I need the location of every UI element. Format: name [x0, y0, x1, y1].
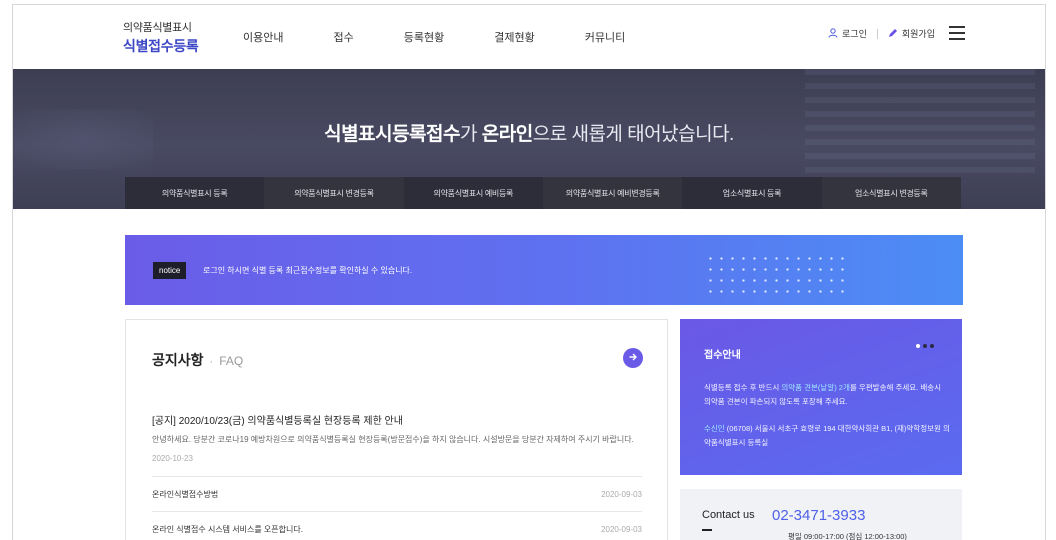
featured-post-body: 안녕하세요. 당분간 코로나19 예방차원으로 의약품식별등록실 현장등록(방문… [152, 435, 634, 444]
list-item[interactable]: 온라인 식별접수 시스템 서비스를 오픈합니다. 2020-09-03 [152, 511, 642, 540]
nav-item-community[interactable]: 커뮤니티 [585, 29, 625, 45]
featured-post-date: 2020-10-23 [152, 454, 193, 463]
post-date: 2020-09-03 [601, 524, 642, 534]
arrow-right-icon [628, 349, 638, 367]
contact-label: Contact us [702, 509, 755, 521]
post-list: 온라인식별접수방법 2020-09-03 온라인 식별접수 시스템 서비스를 오… [152, 476, 642, 540]
user-icon [828, 27, 838, 40]
tab-separator: · [209, 356, 214, 368]
logo-line2: 식별접수등록 [123, 38, 199, 54]
guide-highlight: 의약품 견본(낱알) 2개 [781, 383, 850, 392]
recipient-label: 수신인 [704, 424, 725, 433]
quick-link-drug-register[interactable]: 의약품식별표시 등록 [125, 177, 265, 209]
login-link[interactable]: 로그인 [842, 27, 867, 40]
contact-phone[interactable]: 02-3471-3933 [772, 507, 865, 524]
util-menu: 로그인 회원가입 [828, 27, 935, 40]
contact-hours: 평일 09:00-17:00 (점심 12:00-13:00) [788, 532, 907, 540]
quick-link-drug-change[interactable]: 의약품식별표시 변경등록 [264, 177, 404, 209]
site-header: 의약품식별표시 식별접수등록 이용안내 접수 등록현황 결제현황 커뮤니티 로그… [13, 5, 1045, 69]
recipient-address: (06708) 서울시 서초구 효령로 194 대한약사회관 B1, (재)약학… [704, 424, 950, 447]
browser-viewport: 의약품식별표시 식별접수등록 이용안내 접수 등록현황 결제현황 커뮤니티 로그… [12, 4, 1046, 540]
tab-notice[interactable]: 공지사항 [152, 350, 204, 370]
notice-tag: notice [153, 262, 187, 279]
nav-item-guide[interactable]: 이용안내 [243, 29, 283, 45]
tab-faq[interactable]: FAQ [219, 354, 243, 368]
hero-title-part2: 가 [460, 124, 482, 145]
submission-guide: 접수안내 식별등록 접수 후 반드시 의약품 견본(낱알) 2개를 우편발송해 … [680, 319, 962, 475]
featured-post-title[interactable]: [공지] 2020/10/23(금) 의약품식별등록실 현장등록 제한 안내 [152, 412, 403, 427]
more-button[interactable] [623, 348, 643, 368]
quick-link-drug-prereg[interactable]: 의약품식별표시 예비등록 [403, 177, 543, 209]
quick-link-drug-prereg-change[interactable]: 의약품식별표시 예비변경등록 [542, 177, 683, 209]
board-tabs: 공지사항 · FAQ [152, 350, 243, 370]
guide-text-1a: 식별등록 접수 후 반드시 [704, 383, 782, 392]
main-nav: 이용안내 접수 등록현황 결제현황 커뮤니티 [243, 29, 675, 45]
nav-item-submit[interactable]: 접수 [333, 29, 353, 45]
hero-title-part3: 온라인 [481, 124, 533, 145]
signup-link[interactable]: 회원가입 [902, 27, 935, 40]
guide-text-2: 수신인 (06708) 서울시 서초구 효령로 194 대한약사회관 B1, (… [704, 422, 954, 450]
util-divider [876, 28, 878, 39]
guide-title: 접수안내 [704, 350, 741, 361]
nav-item-status[interactable]: 등록현황 [404, 29, 444, 45]
notice-banner: notice 로그인 하시면 식별 등록 최근접수정보를 확인하실 수 있습니다… [125, 235, 963, 305]
hero-title-part4: 으로 새롭게 태어났습니다. [532, 124, 735, 145]
quick-link-company-register[interactable]: 업소식별표시 등록 [682, 177, 822, 209]
pencil-icon [888, 28, 898, 40]
contact-underline [702, 529, 712, 531]
post-date: 2020-09-03 [601, 489, 642, 499]
notice-board: 공지사항 · FAQ [공지] 2020/10/23(금) 의약품식별등록실 현… [125, 319, 668, 540]
guide-text-1: 식별등록 접수 후 반드시 의약품 견본(낱알) 2개를 우편발송해 주세요. … [704, 381, 944, 409]
post-title: 온라인식별접수방법 [152, 489, 219, 499]
hero-title: 식별표시등록접수가 온라인으로 새롭게 태어났습니다. [13, 119, 1045, 146]
guide-pager[interactable] [913, 344, 934, 348]
quick-links: 의약품식별표시 등록 의약품식별표시 변경등록 의약품식별표시 예비등록 의약품… [125, 177, 961, 209]
contact-box: Contact us 02-3471-3933 평일 09:00-17:00 (… [680, 489, 962, 540]
quick-link-company-change[interactable]: 업소식별표시 변경등록 [821, 177, 961, 209]
dot-pattern-decoration [705, 253, 845, 293]
site-logo[interactable]: 의약품식별표시 식별접수등록 [123, 19, 199, 56]
hamburger-menu-icon[interactable] [949, 26, 965, 40]
logo-line1: 의약품식별표시 [123, 22, 192, 34]
list-item[interactable]: 온라인식별접수방법 2020-09-03 [152, 476, 642, 511]
post-title: 온라인 식별접수 시스템 서비스를 오픈합니다. [152, 524, 303, 534]
hero-banner: 식별표시등록접수가 온라인으로 새롭게 태어났습니다. 의약품식별표시 등록 의… [13, 69, 1045, 209]
hero-title-part1: 식별표시등록접수 [324, 124, 460, 145]
notice-text: 로그인 하시면 식별 등록 최근접수정보를 확인하실 수 있습니다. [203, 266, 413, 275]
nav-item-payment[interactable]: 결제현황 [494, 29, 534, 45]
